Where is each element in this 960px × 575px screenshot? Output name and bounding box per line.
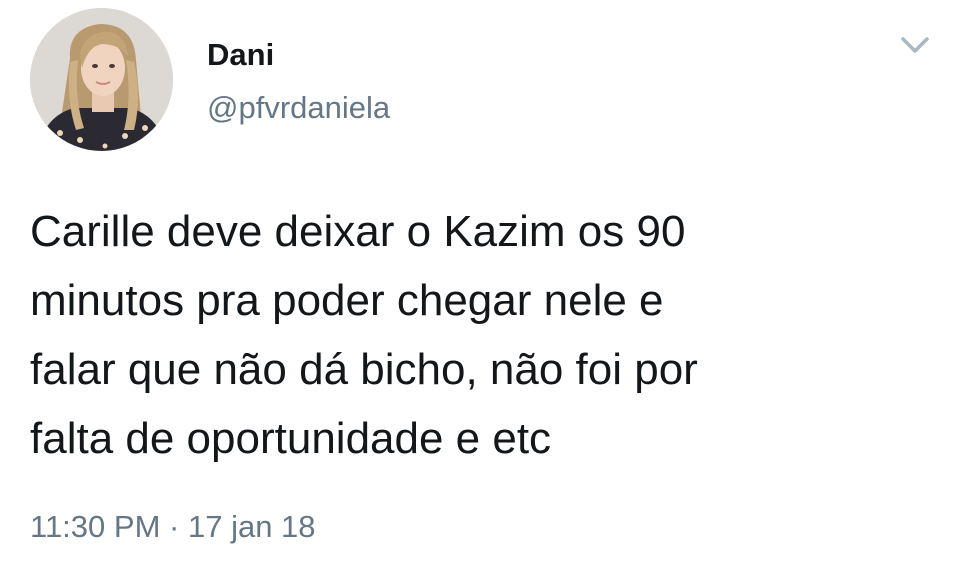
tweet-time: 11:30 PM [30, 509, 161, 544]
tweet-text-line: Carille deve deixar o Kazim os 90 [30, 207, 686, 256]
tweet-card: Dani @pfvrdaniela Carille deve deixar o … [0, 0, 960, 575]
tweet-text: Carille deve deixar o Kazim os 90 minuto… [30, 197, 940, 473]
author-display-name[interactable]: Dani [207, 36, 274, 73]
avatar-image [30, 8, 173, 151]
tweet-timestamp[interactable]: 11:30 PM · 17 jan 18 [30, 508, 316, 545]
avatar[interactable] [30, 8, 173, 151]
tweet-text-line: falar que não dá bicho, não foi por [30, 345, 698, 394]
chevron-down-icon[interactable] [898, 32, 932, 58]
tweet-text-line: minutos pra poder chegar nele e [30, 276, 664, 325]
tweet-text-line: falta de oportunidade e etc [30, 414, 552, 463]
tweet-date: 17 jan 18 [187, 509, 316, 544]
author-handle[interactable]: @pfvrdaniela [207, 89, 390, 126]
meta-separator: · [169, 509, 180, 544]
